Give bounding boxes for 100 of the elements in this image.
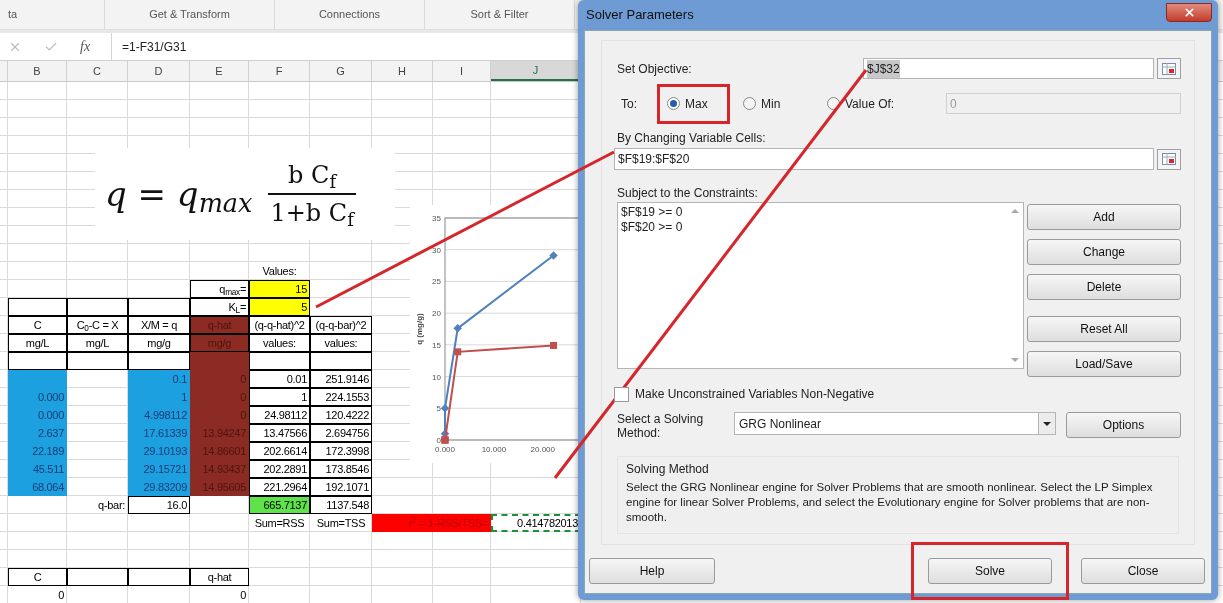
table-cell: 120.4222 — [310, 406, 372, 424]
table-cell-text: 0 — [57, 587, 65, 603]
table-cell: 13.47566 — [249, 424, 310, 442]
x-tick-label: 0.000 — [435, 445, 455, 454]
list-item[interactable]: $F$19 >= 0 — [621, 205, 1006, 220]
data-point — [453, 324, 462, 333]
table-cell: 251.9146 — [310, 370, 372, 388]
dialog-button[interactable]: Close — [1081, 558, 1205, 584]
scroll-up-icon[interactable] — [1010, 209, 1019, 213]
objective-field[interactable]: $J$32 — [863, 58, 1154, 79]
column-header[interactable]: D — [128, 61, 190, 81]
radio-button[interactable]: Value Of: — [827, 94, 895, 113]
table-cell — [310, 352, 372, 370]
column-header[interactable]: F — [249, 61, 310, 81]
close-button[interactable] — [1166, 2, 1212, 22]
table-cell-text: Sum=TSS — [315, 515, 367, 531]
y-tick-label: 10 — [432, 372, 441, 382]
panel-title: Solving Method — [626, 461, 710, 477]
data-point — [454, 348, 462, 356]
ribbon-group-label: Sort & Filter — [470, 7, 529, 23]
table-cell: 13.94247 — [190, 424, 249, 442]
table-cell: 192.1071 — [310, 478, 372, 496]
table-cell: 14.86601 — [190, 442, 249, 460]
table-cell: 14.93437 — [190, 460, 249, 478]
dropdown-caret-icon — [1043, 421, 1051, 426]
checkbox[interactable] — [614, 386, 629, 402]
table-cell: 29.15721 — [128, 460, 190, 478]
table-cell: 45.511 — [8, 460, 67, 478]
table-cell: 202.2891 — [249, 460, 310, 478]
ribbon-group-label: Connections — [318, 7, 381, 23]
range-select-button[interactable] — [1157, 148, 1181, 170]
dialog-button[interactable]: Options — [1066, 412, 1181, 438]
dialog-button[interactable]: Delete — [1027, 274, 1181, 300]
table-cell: 0.414782013 — [491, 514, 581, 532]
y-tick-label: 0 — [436, 436, 441, 445]
checkbox-label: Make Unconstrained Variables Non-Negative — [635, 386, 875, 403]
table-cell: 5 — [249, 298, 310, 316]
close-icon — [1182, 5, 1196, 19]
dialog-button[interactable]: Help — [589, 558, 715, 584]
radio-button[interactable]: Max — [667, 94, 708, 113]
table-cell: 2.637 — [8, 424, 67, 442]
table-cell — [249, 352, 310, 370]
column-header[interactable]: E — [190, 61, 249, 81]
table-cell: 16.0 — [128, 496, 190, 514]
table-cell: 14.95605 — [190, 478, 249, 496]
table-cell: values: — [249, 334, 310, 352]
column-header[interactable]: C — [67, 61, 128, 81]
table-cell-text: q-bar: — [97, 497, 126, 513]
column-header[interactable]: J — [491, 61, 581, 81]
table-cell — [128, 568, 190, 586]
table-cell: 22.189 — [8, 442, 67, 460]
field-label: Set Objective: — [617, 60, 693, 78]
fraction-denominator: 1+b C$_{f}$ — [268, 193, 356, 231]
formula-field[interactable]: =1-F31/G31 — [122, 37, 187, 56]
insert-function-button[interactable]: fx — [80, 36, 91, 57]
axis-title: q (mg/g) — [415, 313, 424, 345]
variable-cells-field[interactable]: $F$19:$F$20 — [614, 148, 1154, 170]
table-cell: 224.1553 — [310, 388, 372, 406]
table-cell: 17.61339 — [128, 424, 190, 442]
method-dropdown[interactable]: GRG Nonlinear — [734, 412, 1056, 435]
table-cell: X/M = q — [128, 316, 190, 334]
table-cell: K$_{L}$= — [190, 298, 249, 316]
dialog-button[interactable]: Solve — [928, 558, 1052, 584]
dialog-button[interactable]: Reset All — [1027, 316, 1181, 342]
column-header[interactable]: H — [372, 61, 433, 81]
table-cell: mg/g — [128, 334, 190, 352]
column-header[interactable]: G — [310, 61, 372, 81]
fraction-numerator: b C$_{f}$ — [287, 160, 339, 193]
range-select-icon — [1162, 153, 1176, 165]
y-tick-label: 5 — [436, 404, 441, 414]
table-cell: (q-q-bar)^2 — [310, 316, 372, 334]
data-point — [440, 429, 450, 438]
list-item[interactable]: $F$20 >= 0 — [621, 220, 1006, 235]
table-cell: 0.1 — [128, 370, 190, 388]
table-cell — [8, 352, 67, 370]
field-label: Subject to the Constraints: — [617, 186, 759, 200]
y-tick-label: 35 — [432, 214, 441, 223]
range-select-button[interactable] — [1157, 58, 1181, 79]
table-cell: 29.10193 — [128, 442, 190, 460]
scroll-down-icon[interactable] — [1010, 358, 1019, 362]
radio-button[interactable]: Min — [743, 94, 781, 113]
table-cell: 24.98112 — [249, 406, 310, 424]
table-cell: 0.000 — [8, 406, 67, 424]
window-title: Solver Parameters — [585, 6, 694, 25]
dialog-button[interactable]: Change — [1027, 239, 1181, 265]
table-cell: 15 — [249, 280, 310, 298]
table-cell — [67, 298, 128, 316]
y-tick-label: 30 — [432, 245, 441, 255]
dialog-button[interactable]: Add — [1027, 204, 1181, 230]
ribbon-group-label: Get & Transform — [149, 7, 230, 23]
y-tick-label: 15 — [432, 340, 441, 350]
table-cell — [67, 352, 128, 370]
constraints-list[interactable]: $F$19 >= 0 $F$20 >= 0 — [617, 202, 1024, 369]
range-select-icon — [1162, 62, 1176, 75]
table-cell — [8, 298, 67, 316]
dialog-button[interactable]: Load/Save — [1027, 351, 1181, 377]
table-cell: 29.83209 — [128, 478, 190, 496]
table-cell: C — [8, 568, 67, 586]
table-cell: 4.998112 — [128, 406, 190, 424]
column-header[interactable]: B — [8, 61, 67, 81]
